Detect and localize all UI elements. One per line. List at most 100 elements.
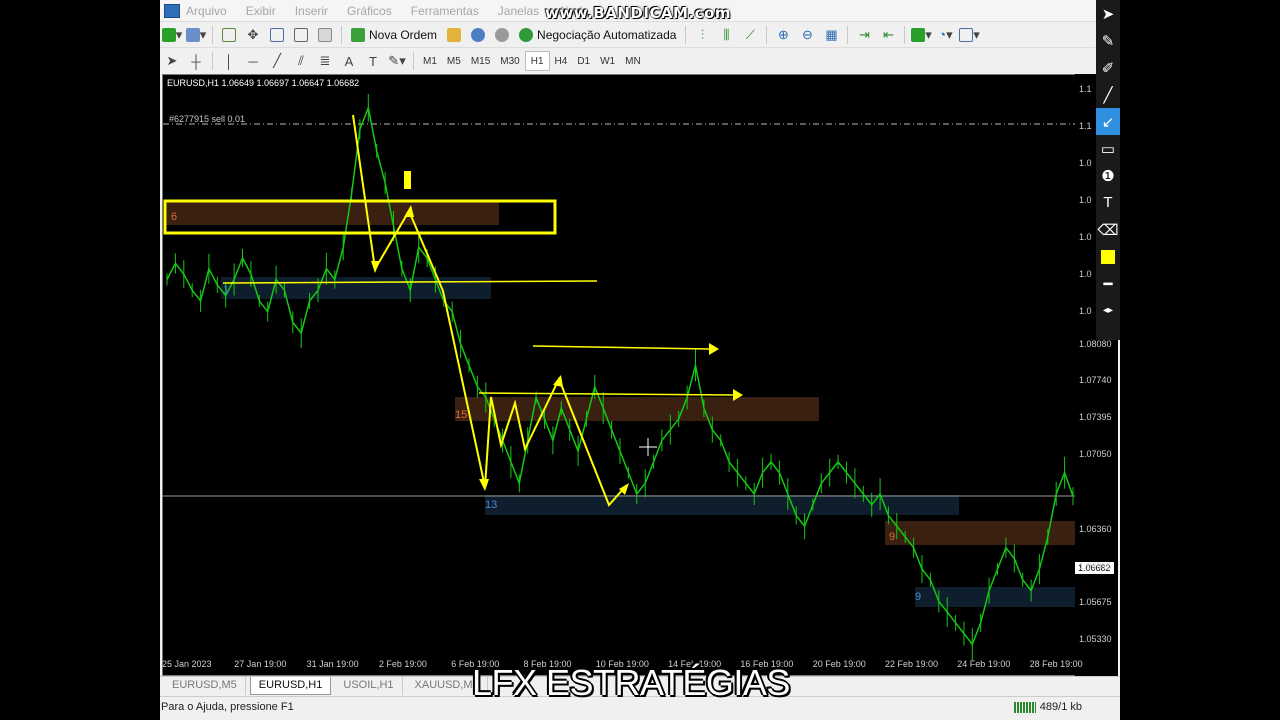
menu-tools[interactable]: Ferramentas xyxy=(411,4,479,18)
zoom-in-button[interactable]: ⊕ xyxy=(772,25,794,45)
templates-button[interactable]: ▾ xyxy=(958,25,980,45)
menu-window[interactable]: Janelas xyxy=(498,4,539,18)
shapes-tool[interactable]: ✎ ▾ xyxy=(386,51,408,71)
tester-button[interactable] xyxy=(314,25,336,45)
line-chart-button[interactable]: ⟋ xyxy=(739,25,761,45)
rectangle-icon: ▭ xyxy=(1100,140,1116,158)
timeframe-m15[interactable]: M15 xyxy=(466,51,495,71)
data-window-button[interactable] xyxy=(266,25,288,45)
new-order-button[interactable]: Nova Ordem xyxy=(347,25,441,45)
chart-shift-button[interactable]: ⇤ xyxy=(877,25,899,45)
trendline-tool[interactable]: ╱ xyxy=(266,51,288,71)
shapes-icon: ✎ xyxy=(388,53,400,68)
arrowhead xyxy=(479,479,489,491)
price-tick-label: 1.05675 xyxy=(1079,596,1112,607)
tab-usoil-h1[interactable]: USOIL,H1 xyxy=(335,677,403,695)
arrowhead xyxy=(371,261,380,273)
color-picker[interactable] xyxy=(1096,243,1120,270)
time-tick-label: 28 Feb 19:00 xyxy=(1029,659,1083,669)
order-label[interactable]: #6277915 sell 0.01 xyxy=(169,114,245,124)
candle-chart-button[interactable]: ⫼ xyxy=(715,25,737,45)
signals-icon xyxy=(471,27,486,42)
pointer-tool[interactable]: ➤ xyxy=(1096,0,1120,27)
indicators-icon xyxy=(911,27,926,42)
vertical-line-tool[interactable]: │ xyxy=(218,51,240,71)
auto-scroll-button[interactable]: ⇥ xyxy=(853,25,875,45)
time-tick-label: 2 Feb 19:00 xyxy=(378,659,427,669)
resistance-line-upper xyxy=(532,345,710,350)
timeframe-d1[interactable]: D1 xyxy=(572,51,595,71)
periods-button[interactable]: ◔ ▾ xyxy=(934,25,956,45)
price-tick-label: 1.06015 xyxy=(1079,560,1112,571)
horizontal-line-tool[interactable]: ─ xyxy=(242,51,264,71)
label-tool[interactable]: T xyxy=(362,51,384,71)
profiles-button[interactable]: ▾ xyxy=(185,25,207,45)
timeframe-h1[interactable]: H1 xyxy=(524,51,550,71)
fibonacci-icon: ≣ xyxy=(319,53,331,68)
channel-tool[interactable]: ⫽ xyxy=(290,51,312,71)
price-tick-label: 1.1 xyxy=(1079,121,1092,131)
line-tool[interactable]: ╱ xyxy=(1096,81,1120,108)
time-tick-label: 22 Feb 19:00 xyxy=(885,659,939,669)
new-chart-button[interactable]: ▾ xyxy=(161,25,183,45)
panel-collapse-button[interactable]: ◂▸ xyxy=(1096,297,1120,324)
tab-eurusd-m5[interactable]: EURUSD,M5 xyxy=(164,677,246,695)
text-tool[interactable]: A xyxy=(338,51,360,71)
tile-windows-button[interactable]: ▦ xyxy=(820,25,842,45)
chart-area[interactable]: 6 1 15 13 9 9 EURUSD,H1 1.06649 1.06697 … xyxy=(162,74,1077,676)
menu-view[interactable]: Exibir xyxy=(246,4,276,18)
menu-charts[interactable]: Gráficos xyxy=(347,4,392,18)
text-icon: A xyxy=(344,53,354,69)
timeframe-m5[interactable]: M5 xyxy=(442,51,466,71)
timeframe-m30[interactable]: M30 xyxy=(495,51,524,71)
text-draw-tool[interactable]: T xyxy=(1096,189,1120,216)
signals-button[interactable] xyxy=(467,25,489,45)
metaeditor-button[interactable] xyxy=(443,25,465,45)
indicators-button[interactable]: ▾ xyxy=(910,25,932,45)
terminal-icon xyxy=(294,27,308,42)
status-help-text: Para o Ajuda, pressione F1 xyxy=(161,701,294,713)
bar-chart-button[interactable]: ⫶ xyxy=(691,25,713,45)
terminal-button[interactable] xyxy=(290,25,312,45)
terminal-window: Arquivo Exibir Inserir Gráficos Ferramen… xyxy=(160,0,1120,720)
market-button[interactable] xyxy=(491,25,513,45)
separator xyxy=(413,52,414,70)
profiles-icon xyxy=(185,27,200,42)
timeframe-h4[interactable]: H4 xyxy=(550,51,573,71)
templates-icon xyxy=(959,27,974,42)
eraser-tool[interactable]: ⌫ xyxy=(1096,216,1120,243)
chart-title: EURUSD,H1 1.06649 1.06697 1.06647 1.0668… xyxy=(167,78,360,88)
tile-icon: ▦ xyxy=(825,26,838,42)
zoom-in-icon: ⊕ xyxy=(778,26,789,42)
timeframe-m1[interactable]: M1 xyxy=(418,51,442,71)
arrow-tool[interactable]: ↙ xyxy=(1096,108,1120,135)
zone-label: 6 xyxy=(171,211,177,223)
arrowhead xyxy=(553,375,563,387)
menu-insert[interactable]: Inserir xyxy=(295,4,328,18)
navigator-button[interactable]: ✥ xyxy=(242,25,264,45)
metaeditor-icon xyxy=(447,27,462,42)
zone-label: 15 xyxy=(455,409,467,421)
channel-icon: ⫽ xyxy=(298,53,304,68)
pen-tool[interactable]: ✎ xyxy=(1096,27,1120,54)
timeframe-mn[interactable]: MN xyxy=(620,51,646,71)
market-watch-button[interactable] xyxy=(218,25,240,45)
fibonacci-tool[interactable]: ≣ xyxy=(314,51,336,71)
crosshair-nav-icon: ✥ xyxy=(247,26,259,42)
connection-bars-icon xyxy=(1013,701,1036,713)
time-tick-label: 20 Feb 19:00 xyxy=(812,659,866,669)
timeframe-w1[interactable]: W1 xyxy=(595,51,620,71)
marker-tool[interactable]: ✐ xyxy=(1096,54,1120,81)
auto-trading-button[interactable]: Negociação Automatizada xyxy=(515,25,680,45)
cursor-tool[interactable]: ➤ xyxy=(161,51,183,71)
price-chart[interactable]: 6 1 15 13 9 9 xyxy=(163,75,1076,675)
number-tool[interactable]: ❶ xyxy=(1096,162,1120,189)
separator xyxy=(685,25,687,44)
zone-label: 9 xyxy=(889,531,895,543)
crosshair-tool[interactable]: ┼ xyxy=(185,51,207,71)
zoom-out-button[interactable]: ⊖ xyxy=(796,25,818,45)
menu-file[interactable]: Arquivo xyxy=(186,4,227,18)
line-width-picker[interactable]: ━ xyxy=(1096,270,1120,297)
tab-eurusd-h1[interactable]: EURUSD,H1 xyxy=(249,677,332,695)
rectangle-tool[interactable]: ▭ xyxy=(1096,135,1120,162)
